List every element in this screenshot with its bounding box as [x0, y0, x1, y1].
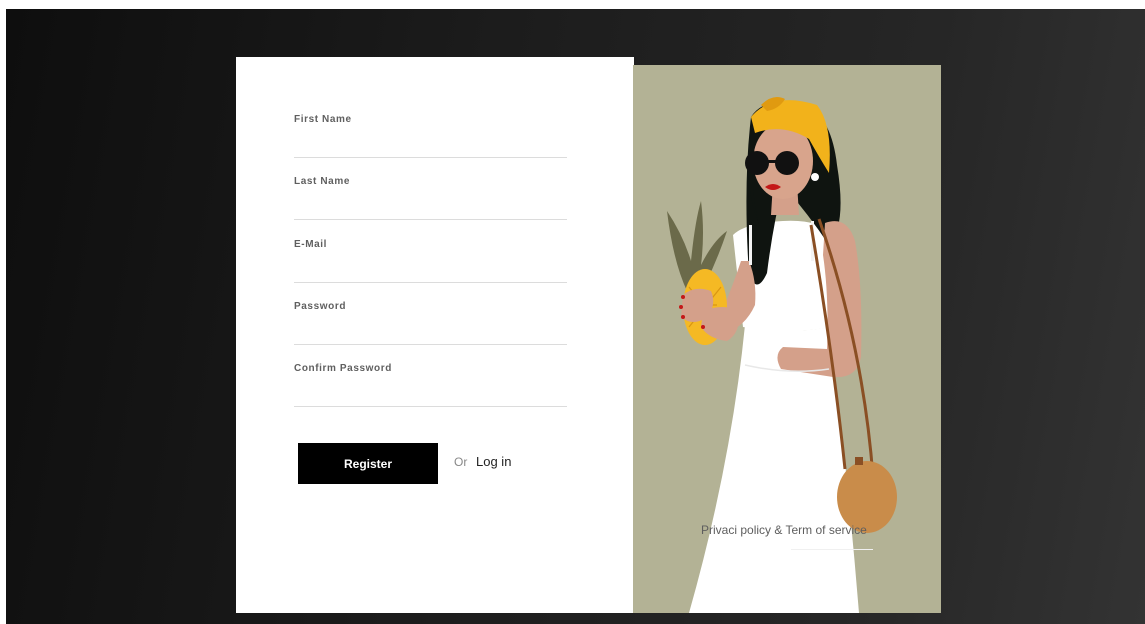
email-field: E-Mail	[294, 239, 567, 291]
last-name-input[interactable]	[294, 191, 567, 220]
glasses-bridge-shape	[767, 160, 777, 163]
page-background: First Name Last Name E-Mail Password Con…	[6, 9, 1145, 624]
last-name-field: Last Name	[294, 176, 567, 228]
email-label: E-Mail	[294, 239, 328, 250]
first-name-field: First Name	[294, 114, 567, 166]
privacy-policy-link[interactable]: Privaci policy & Term of service	[701, 523, 867, 537]
first-name-input[interactable]	[294, 129, 567, 158]
left-lens-shape	[745, 151, 769, 175]
nail-shape	[701, 325, 705, 329]
right-lens-shape	[775, 151, 799, 175]
confirm-password-field: Confirm Password	[294, 363, 567, 415]
confirm-password-label: Confirm Password	[294, 363, 392, 374]
form-actions: Register Or Log in	[298, 443, 598, 484]
or-separator: Or	[454, 455, 468, 469]
password-field: Password	[294, 301, 567, 353]
last-name-label: Last Name	[294, 176, 350, 187]
policy-underline	[791, 549, 873, 550]
nail-shape	[679, 305, 683, 309]
bag-clasp-shape	[855, 457, 863, 465]
nail-shape	[681, 315, 685, 319]
password-label: Password	[294, 301, 347, 312]
password-input[interactable]	[294, 316, 567, 345]
confirm-password-input[interactable]	[294, 378, 567, 407]
login-link[interactable]: Log in	[476, 454, 511, 469]
registration-form: First Name Last Name E-Mail Password Con…	[236, 57, 634, 613]
email-input[interactable]	[294, 254, 567, 283]
earring-shape	[811, 173, 819, 181]
first-name-label: First Name	[294, 114, 352, 125]
register-button[interactable]: Register	[298, 443, 438, 484]
strap-left-shape	[749, 225, 752, 265]
nail-shape	[681, 295, 685, 299]
illustration-panel: Privaci policy & Term of service	[633, 65, 941, 613]
